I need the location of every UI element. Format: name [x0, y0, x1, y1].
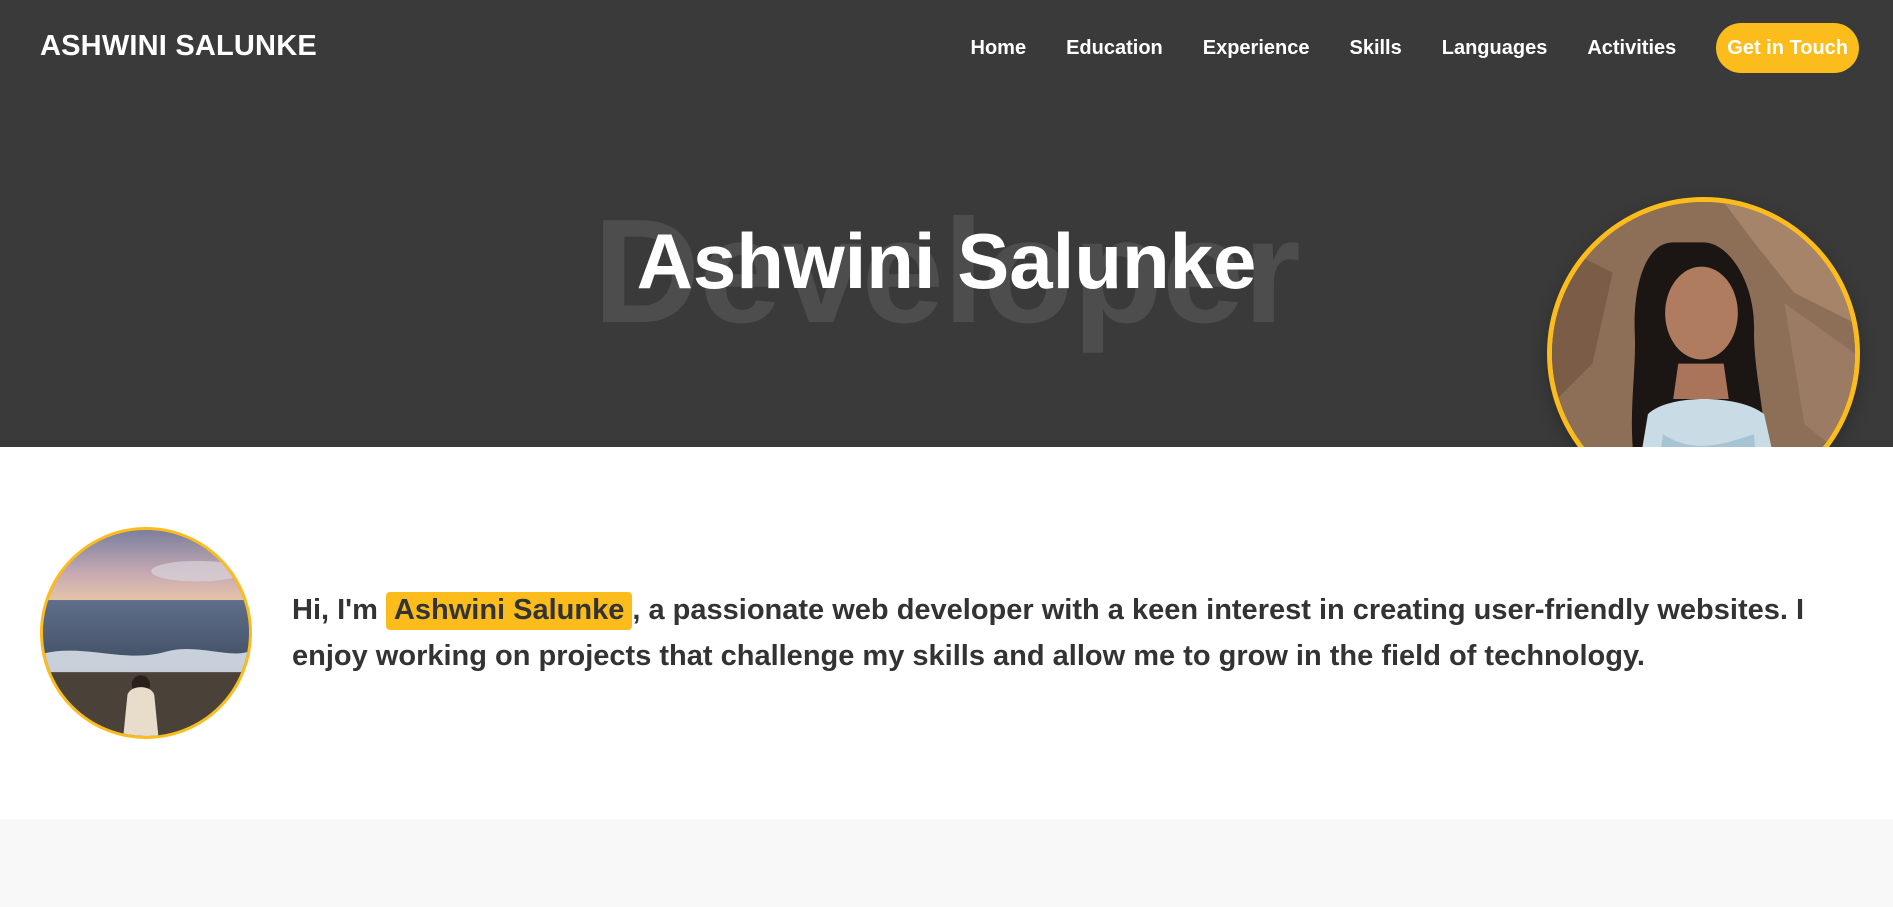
about-section: Hi, I'm Ashwini Salunke, a passionate we…	[0, 447, 1893, 819]
intro-paragraph: Hi, I'm Ashwini Salunke, a passionate we…	[292, 587, 1862, 679]
main-nav: Home Education Experience Skills Languag…	[931, 23, 1859, 73]
nav-skills[interactable]: Skills	[1349, 37, 1401, 60]
get-in-touch-button[interactable]: Get in Touch	[1716, 23, 1859, 73]
intro-greeting: Hi, I'm	[292, 594, 378, 626]
beach-photo	[40, 527, 252, 739]
nav-education[interactable]: Education	[1066, 37, 1163, 60]
nav-experience[interactable]: Experience	[1203, 37, 1310, 60]
nav-languages[interactable]: Languages	[1442, 37, 1548, 60]
hero-section: ASHWINI SALUNKE Home Education Experienc…	[0, 0, 1893, 510]
nav-activities[interactable]: Activities	[1587, 37, 1676, 60]
highlighted-name: Ashwini Salunke	[385, 592, 633, 630]
nav-home[interactable]: Home	[971, 37, 1027, 60]
site-brand[interactable]: ASHWINI SALUNKE	[40, 30, 317, 63]
